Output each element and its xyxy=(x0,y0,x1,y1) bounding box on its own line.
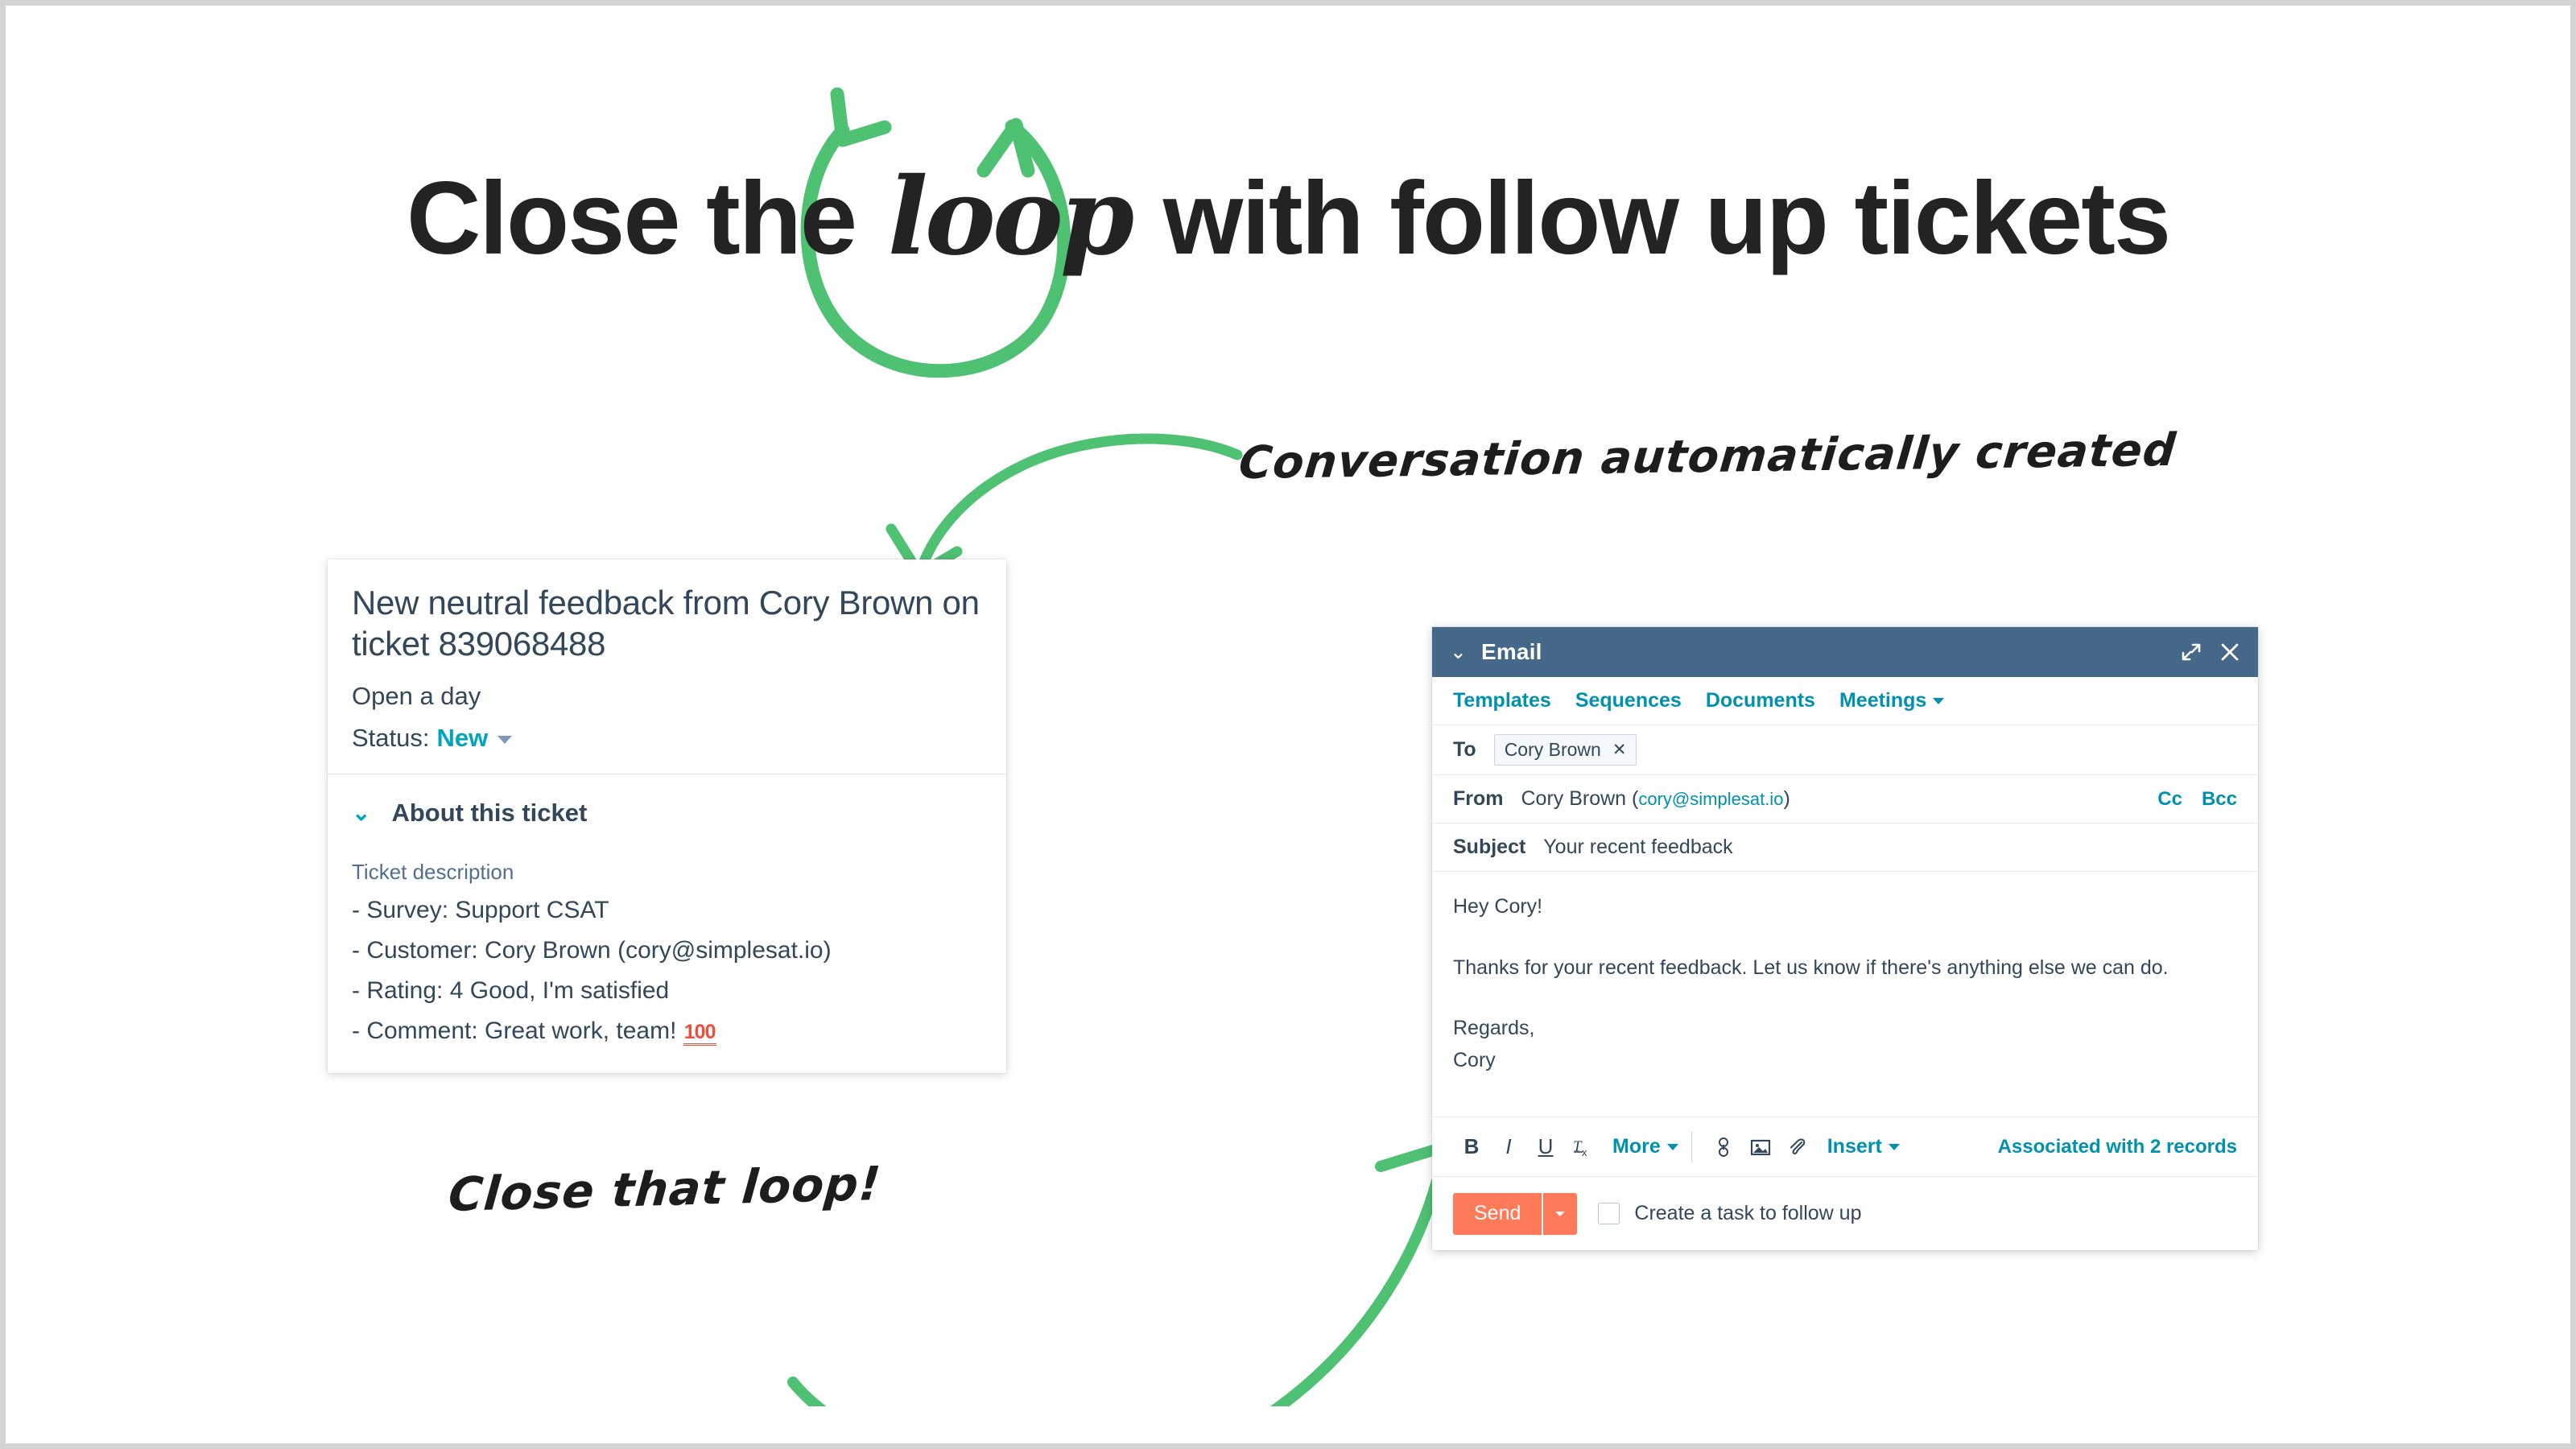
email-body-spacer xyxy=(1453,1040,2237,1050)
send-button-group[interactable]: Send xyxy=(1453,1192,1578,1235)
tab-sequences[interactable]: Sequences xyxy=(1575,689,1682,712)
chevron-down-icon[interactable] xyxy=(1888,1144,1900,1150)
ticket-card-body: ⌄ About this ticket Ticket description -… xyxy=(328,774,1006,1073)
image-icon[interactable] xyxy=(1742,1137,1779,1158)
email-tools-row: Templates Sequences Documents Meetings xyxy=(1432,677,2258,725)
more-formatting-label: More xyxy=(1612,1135,1661,1158)
email-body-signature: Cory xyxy=(1453,1048,1496,1071)
slide-canvas: Close the loop with follow up tickets Co… xyxy=(0,0,2576,1449)
recipient-chip[interactable]: Cory Brown ✕ xyxy=(1493,734,1637,766)
headline-part-before: Close the xyxy=(406,161,857,276)
insert-label: Insert xyxy=(1827,1135,1882,1158)
underline-icon[interactable]: U xyxy=(1527,1134,1564,1159)
clear-formatting-icon[interactable]: T x xyxy=(1564,1136,1601,1158)
annotation-conversation-created: Conversation automatically created xyxy=(1236,423,2179,490)
from-name: Cory Brown xyxy=(1521,787,1627,810)
send-dropdown-button[interactable] xyxy=(1542,1192,1578,1235)
bold-icon[interactable]: B xyxy=(1453,1134,1490,1159)
italic-icon[interactable]: I xyxy=(1490,1134,1527,1159)
ticket-description-line: - Customer: Cory Brown (cory@simplesat.i… xyxy=(352,937,832,964)
ticket-title: New neutral feedback from Cory Brown on … xyxy=(352,584,980,663)
associated-records-label: Associated with 2 records xyxy=(1997,1135,2237,1158)
email-subject-row: Subject Your recent feedback xyxy=(1432,824,2258,872)
insert-button[interactable]: Insert xyxy=(1827,1135,1900,1158)
toolbar-divider xyxy=(1690,1131,1692,1162)
more-formatting-button[interactable]: More xyxy=(1612,1135,1678,1158)
subject-input[interactable]: Your recent feedback xyxy=(1543,836,1732,859)
email-body-signoff: Regards, xyxy=(1453,1017,1535,1039)
from-field-label: From xyxy=(1453,787,1504,810)
email-compose-window: ⌄ Email Templates Sequences Documents Me… xyxy=(1432,627,2258,1250)
page-title: Close the loop with follow up tickets xyxy=(6,155,2570,279)
about-this-ticket-label: About this ticket xyxy=(391,799,588,828)
link-icon[interactable] xyxy=(1705,1137,1742,1158)
ticket-card-header: New neutral feedback from Cory Brown on … xyxy=(328,559,1006,775)
headline-part-after: with follow up tickets xyxy=(1162,161,2171,276)
email-to-row: To Cory Brown ✕ xyxy=(1432,725,2258,775)
email-window-title: Email xyxy=(1480,639,1542,664)
create-follow-up-task-checkbox[interactable] xyxy=(1598,1203,1620,1224)
close-icon[interactable] xyxy=(2219,642,2240,663)
chevron-down-icon[interactable]: ⌄ xyxy=(352,802,370,824)
create-follow-up-task-label: Create a task to follow up xyxy=(1634,1202,1862,1224)
ticket-description-line: - Survey: Support CSAT xyxy=(352,897,609,924)
cc-button[interactable]: Cc xyxy=(2157,788,2182,811)
to-field-label: To xyxy=(1453,738,1476,761)
paperclip-icon[interactable] xyxy=(1779,1137,1816,1158)
about-this-ticket-section-toggle[interactable]: ⌄ About this ticket xyxy=(352,799,982,828)
email-body-greeting: Hey Cory! xyxy=(1453,895,1543,918)
ticket-status-label: Status: xyxy=(352,724,430,753)
email-body-spacer xyxy=(1453,979,2237,1018)
ticket-description-line: - Rating: 4 Good, I'm satisfied xyxy=(352,977,670,1005)
email-body-paragraph: Thanks for your recent feedback. Let us … xyxy=(1453,956,2169,979)
chevron-down-icon[interactable] xyxy=(1933,698,1945,704)
ticket-open-duration: Open a day xyxy=(352,682,481,711)
hundred-points-emoji-icon: 100 xyxy=(683,1021,716,1046)
recipient-chip-name: Cory Brown xyxy=(1504,739,1601,760)
close-icon[interactable]: ✕ xyxy=(1612,740,1627,760)
ticket-description-label: Ticket description xyxy=(352,860,514,885)
annotation-close-that-loop: Close that loop! xyxy=(446,1155,884,1223)
chevron-down-icon[interactable]: ⌄ xyxy=(1450,642,1467,663)
from-field-value[interactable]: Cory Brown (cory@simplesat.io) xyxy=(1521,787,1790,811)
headline-script-word: loop xyxy=(887,155,1135,279)
send-button[interactable]: Send xyxy=(1453,1192,1542,1235)
tab-documents[interactable]: Documents xyxy=(1706,689,1815,712)
email-from-row: From Cory Brown (cory@simplesat.io) Cc B… xyxy=(1432,775,2258,824)
expand-icon[interactable] xyxy=(2181,642,2202,663)
from-email: cory@simplesat.io xyxy=(1638,789,1784,809)
ticket-card: New neutral feedback from Cory Brown on … xyxy=(328,559,1006,1074)
ticket-status-value[interactable]: New xyxy=(437,724,489,753)
tab-meetings-label: Meetings xyxy=(1839,689,1927,712)
email-send-bar: Send Create a task to follow up xyxy=(1432,1176,2258,1250)
email-window-titlebar: ⌄ Email xyxy=(1432,627,2258,677)
ticket-description-comment-text: - Comment: Great work, team! xyxy=(352,1018,677,1045)
subject-field-label: Subject xyxy=(1453,836,1526,858)
associated-records-button[interactable]: Associated with 2 records xyxy=(1998,1136,2237,1158)
create-follow-up-task-control[interactable]: Create a task to follow up xyxy=(1598,1202,1861,1225)
bcc-button[interactable]: Bcc xyxy=(2202,788,2237,811)
email-format-toolbar: B I U T x More Insert Associated with 2 … xyxy=(1432,1117,2258,1176)
chevron-down-icon[interactable] xyxy=(1666,1144,1678,1150)
email-body-editor[interactable]: Hey Cory! Thanks for your recent feedbac… xyxy=(1432,872,2258,1117)
ticket-status-row: Status: New xyxy=(352,724,982,753)
email-body-spacer xyxy=(1453,919,2237,957)
tab-templates[interactable]: Templates xyxy=(1453,689,1551,712)
svg-text:x: x xyxy=(1582,1146,1587,1158)
tab-meetings[interactable]: Meetings xyxy=(1839,689,1945,712)
chevron-down-icon[interactable] xyxy=(497,736,513,745)
from-email-wrap[interactable]: (cory@simplesat.io) xyxy=(1632,787,1790,810)
ticket-description-line: - Comment: Great work, team! 100 xyxy=(352,1017,982,1046)
